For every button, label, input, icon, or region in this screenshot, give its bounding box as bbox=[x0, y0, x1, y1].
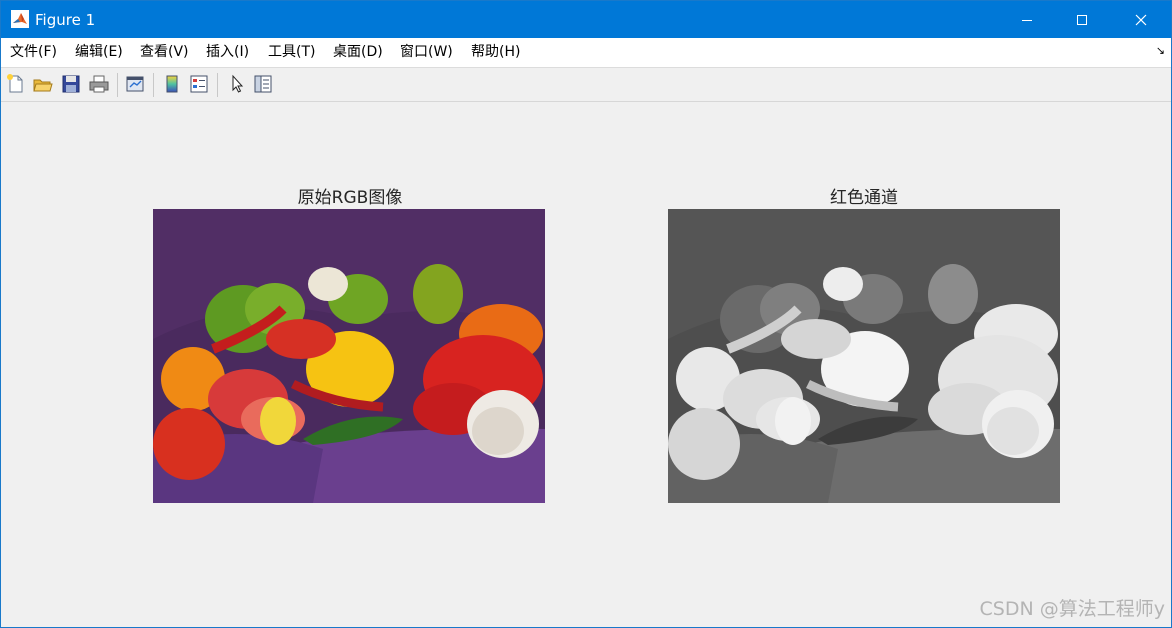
menu-dock-arrow-icon[interactable]: ↘ bbox=[1156, 44, 1165, 57]
figure-window: Figure 1 文件(F) 编辑(E) 查看(V) 插入(I) 工具(T) 桌… bbox=[0, 0, 1172, 628]
title-bar[interactable]: Figure 1 bbox=[1, 1, 1171, 38]
menu-desktop[interactable]: 桌面(D) bbox=[333, 38, 383, 67]
property-inspector-icon[interactable] bbox=[252, 73, 274, 95]
menu-bar: 文件(F) 编辑(E) 查看(V) 插入(I) 工具(T) 桌面(D) 窗口(W… bbox=[1, 38, 1171, 68]
peppers-red-channel-image bbox=[668, 209, 1060, 503]
menu-view[interactable]: 查看(V) bbox=[140, 38, 189, 67]
new-figure-icon[interactable] bbox=[5, 73, 27, 95]
close-icon bbox=[1135, 14, 1147, 25]
menu-insert[interactable]: 插入(I) bbox=[206, 38, 249, 67]
open-file-icon[interactable] bbox=[32, 73, 54, 95]
close-button[interactable] bbox=[1118, 1, 1164, 38]
link-plot-icon[interactable] bbox=[124, 73, 146, 95]
peppers-rgb-image bbox=[153, 209, 545, 503]
save-icon[interactable] bbox=[60, 73, 82, 95]
subplot-title-red-channel: 红色通道 bbox=[830, 188, 898, 208]
matlab-logo-icon bbox=[11, 10, 29, 28]
menu-edit[interactable]: 编辑(E) bbox=[75, 38, 123, 67]
menu-tools[interactable]: 工具(T) bbox=[268, 38, 315, 67]
colorbar-icon[interactable] bbox=[161, 73, 183, 95]
menu-window[interactable]: 窗口(W) bbox=[400, 38, 453, 67]
minimize-button[interactable] bbox=[1004, 1, 1050, 38]
maximize-button[interactable] bbox=[1059, 1, 1105, 38]
toolbar-separator bbox=[153, 73, 154, 97]
print-icon[interactable] bbox=[88, 73, 110, 95]
figure-toolbar bbox=[1, 68, 1171, 102]
maximize-icon bbox=[1077, 14, 1087, 25]
menu-file[interactable]: 文件(F) bbox=[10, 38, 57, 67]
watermark: CSDN @算法工程师y bbox=[979, 598, 1165, 620]
window-title: Figure 1 bbox=[35, 11, 96, 29]
toolbar-separator bbox=[117, 73, 118, 97]
menu-help[interactable]: 帮助(H) bbox=[471, 38, 520, 67]
legend-icon[interactable] bbox=[188, 73, 210, 95]
subplot-title-rgb: 原始RGB图像 bbox=[297, 188, 403, 208]
edit-plot-pointer-icon[interactable] bbox=[226, 73, 248, 95]
minimize-icon bbox=[1022, 19, 1032, 21]
toolbar-separator bbox=[217, 73, 218, 97]
